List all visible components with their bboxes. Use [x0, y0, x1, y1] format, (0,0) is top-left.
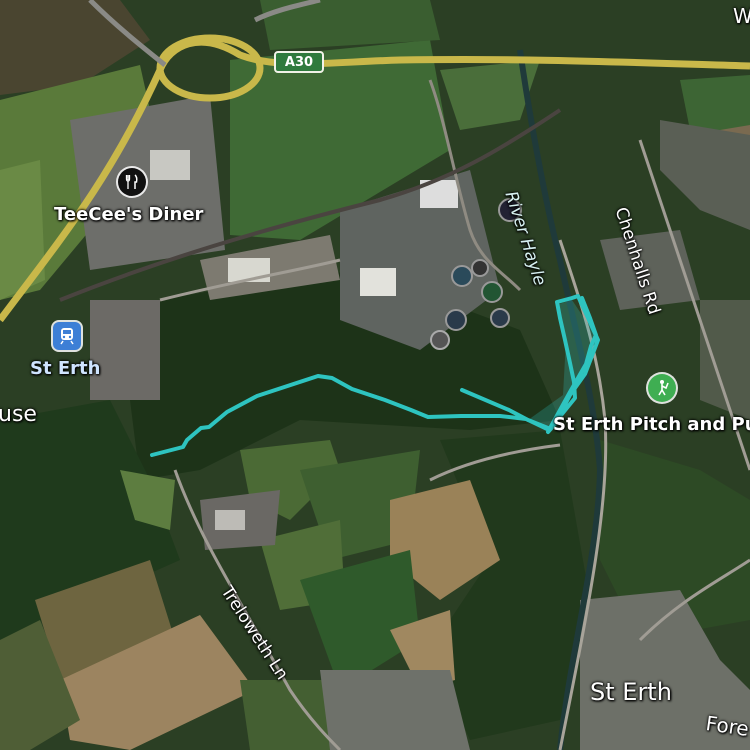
fork-knife-icon: [125, 174, 138, 189]
station-label[interactable]: St Erth: [30, 358, 100, 379]
diner-label[interactable]: TeeCee's Diner: [54, 204, 203, 225]
route-overlay: [150, 294, 600, 457]
top-edge-label: W: [733, 4, 750, 28]
golf-icon[interactable]: [648, 374, 676, 402]
left-edge-label: use: [0, 402, 37, 427]
a30-road-shield[interactable]: A30: [274, 51, 324, 73]
route-track: [150, 294, 600, 457]
road-shield-label: A30: [284, 54, 314, 70]
train-icon: [60, 328, 74, 345]
map-canvas[interactable]: A30 TeeCee's Diner St Erth St Erth Pitch…: [0, 0, 750, 750]
restaurant-icon[interactable]: [118, 168, 146, 196]
golfer-icon: [658, 380, 669, 396]
train-station-icon[interactable]: [53, 322, 81, 350]
pitch-putt-label[interactable]: St Erth Pitch and Pu: [553, 414, 750, 435]
village-label[interactable]: St Erth: [590, 678, 672, 706]
